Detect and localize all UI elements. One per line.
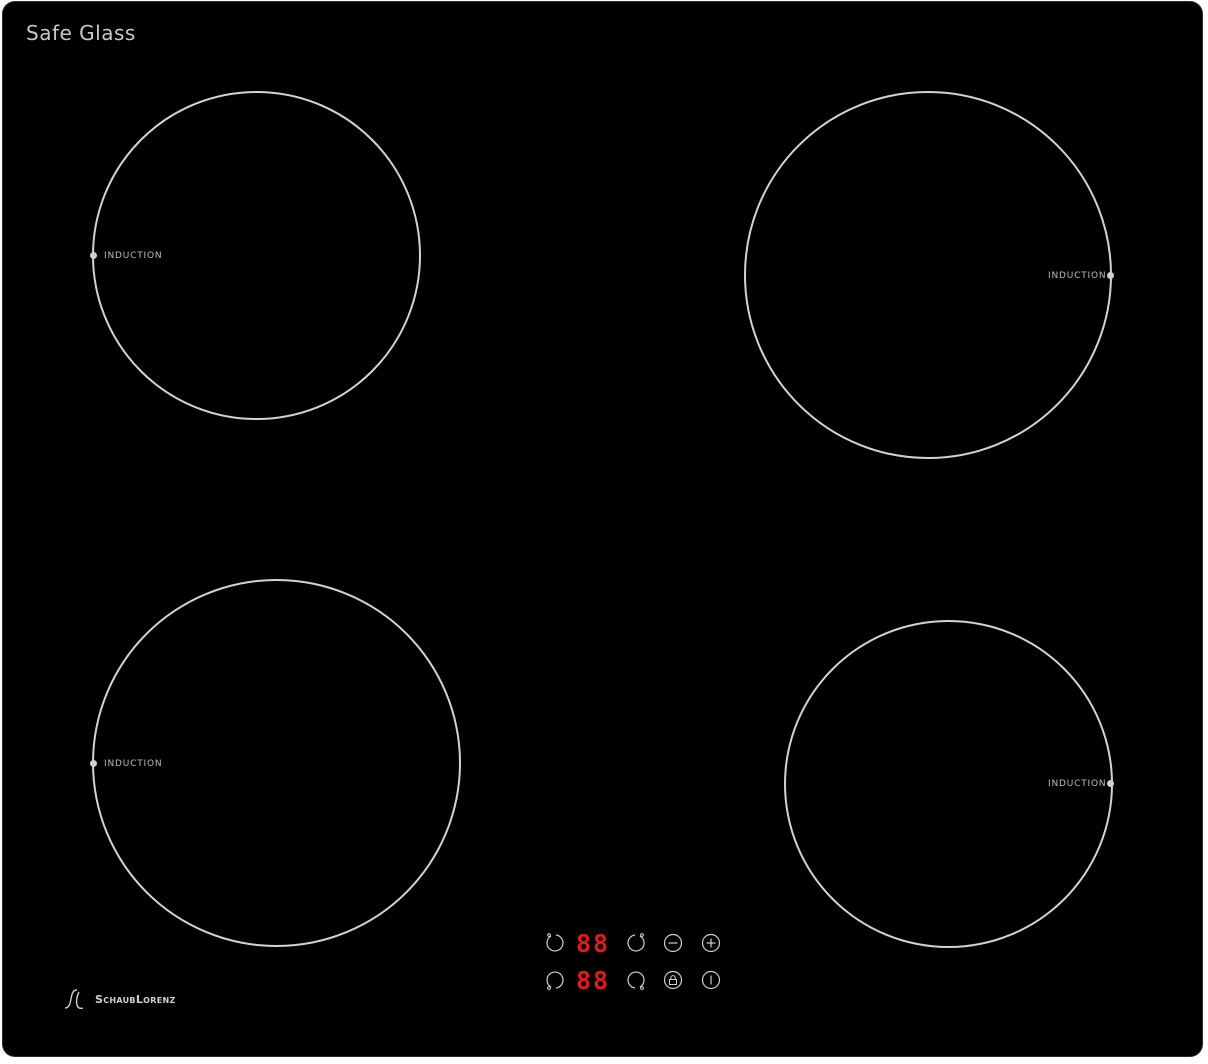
zone-label-bottom-right: INDUCTION	[1048, 779, 1107, 789]
logo-text: SchaubLorenz	[95, 992, 176, 1006]
zone-rotate-right-bottom-icon[interactable]	[624, 969, 646, 991]
zone-label-top-right: INDUCTION	[1048, 271, 1107, 281]
cooktop-panel: Safe Glass INDUCTION INDUCTION INDUCTION…	[3, 2, 1202, 1056]
plus-icon[interactable]	[700, 932, 722, 954]
power-icon[interactable]	[700, 969, 722, 991]
zone-label-bottom-left: INDUCTION	[104, 759, 163, 769]
safe-glass-label: Safe Glass	[26, 21, 136, 45]
zone-marker-bottom-left	[90, 760, 97, 767]
schaub-lorenz-logo: SchaubLorenz	[63, 987, 176, 1011]
power-level-display-bottom: 88	[576, 966, 611, 995]
touch-control-panel: 88 88	[540, 927, 730, 1001]
logo-mark-icon	[64, 989, 84, 1010]
zone-rotate-left-icon[interactable]	[545, 932, 567, 954]
lock-icon[interactable]	[662, 969, 684, 991]
minus-icon[interactable]	[662, 932, 684, 954]
zone-marker-top-left	[90, 252, 97, 259]
zone-marker-bottom-right	[1107, 780, 1114, 787]
zone-rotate-left-bottom-icon[interactable]	[545, 969, 567, 991]
zone-rotate-right-icon[interactable]	[624, 932, 646, 954]
zone-marker-top-right	[1107, 272, 1114, 279]
zone-label-top-left: INDUCTION	[104, 251, 163, 261]
power-level-display-top: 88	[576, 929, 611, 958]
